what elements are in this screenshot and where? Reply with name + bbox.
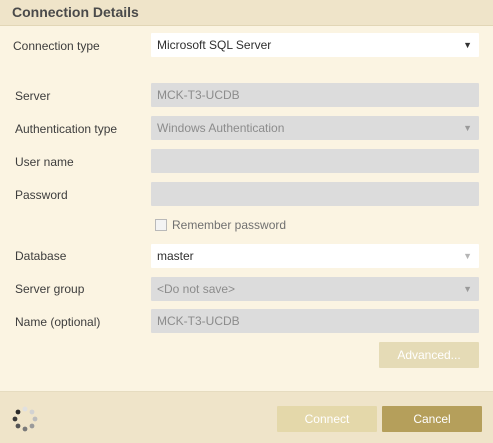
authentication-type-select[interactable]: Windows Authentication ▼: [151, 116, 479, 140]
advanced-button[interactable]: Advanced...: [379, 342, 479, 368]
database-label: Database: [15, 249, 67, 263]
connection-type-select[interactable]: Microsoft SQL Server ▼: [151, 33, 479, 57]
authentication-type-value: Windows Authentication: [157, 121, 285, 135]
user-name-label: User name: [15, 155, 74, 169]
dialog-header: Connection Details: [0, 0, 493, 26]
name-input[interactable]: MCK-T3-UCDB: [151, 309, 479, 333]
chevron-down-icon: ▼: [463, 251, 472, 261]
name-label: Name (optional): [15, 315, 101, 329]
database-select[interactable]: master ▼: [151, 244, 479, 268]
connect-button[interactable]: Connect: [277, 406, 377, 432]
connection-type-value: Microsoft SQL Server: [157, 38, 272, 52]
name-value: MCK-T3-UCDB: [157, 314, 240, 328]
cancel-button[interactable]: Cancel: [382, 406, 482, 432]
remember-password-label[interactable]: Remember password: [172, 218, 286, 232]
chevron-down-icon: ▼: [463, 284, 472, 294]
user-name-input[interactable]: [151, 149, 479, 173]
connection-type-label: Connection type: [13, 39, 100, 53]
server-group-label: Server group: [15, 282, 85, 296]
chevron-down-icon: ▼: [463, 123, 472, 133]
dialog-title: Connection Details: [12, 4, 139, 20]
server-group-value: <Do not save>: [157, 282, 236, 296]
loading-spinner-icon: [12, 406, 38, 432]
server-value: MCK-T3-UCDB: [157, 88, 240, 102]
chevron-down-icon: ▼: [463, 40, 472, 50]
server-group-select[interactable]: <Do not save> ▼: [151, 277, 479, 301]
server-input[interactable]: MCK-T3-UCDB: [151, 83, 479, 107]
password-input[interactable]: [151, 182, 479, 206]
authentication-type-label: Authentication type: [15, 122, 118, 136]
password-label: Password: [15, 188, 68, 202]
database-value: master: [157, 249, 194, 263]
remember-password-checkbox[interactable]: [155, 219, 167, 231]
server-label: Server: [15, 89, 51, 103]
